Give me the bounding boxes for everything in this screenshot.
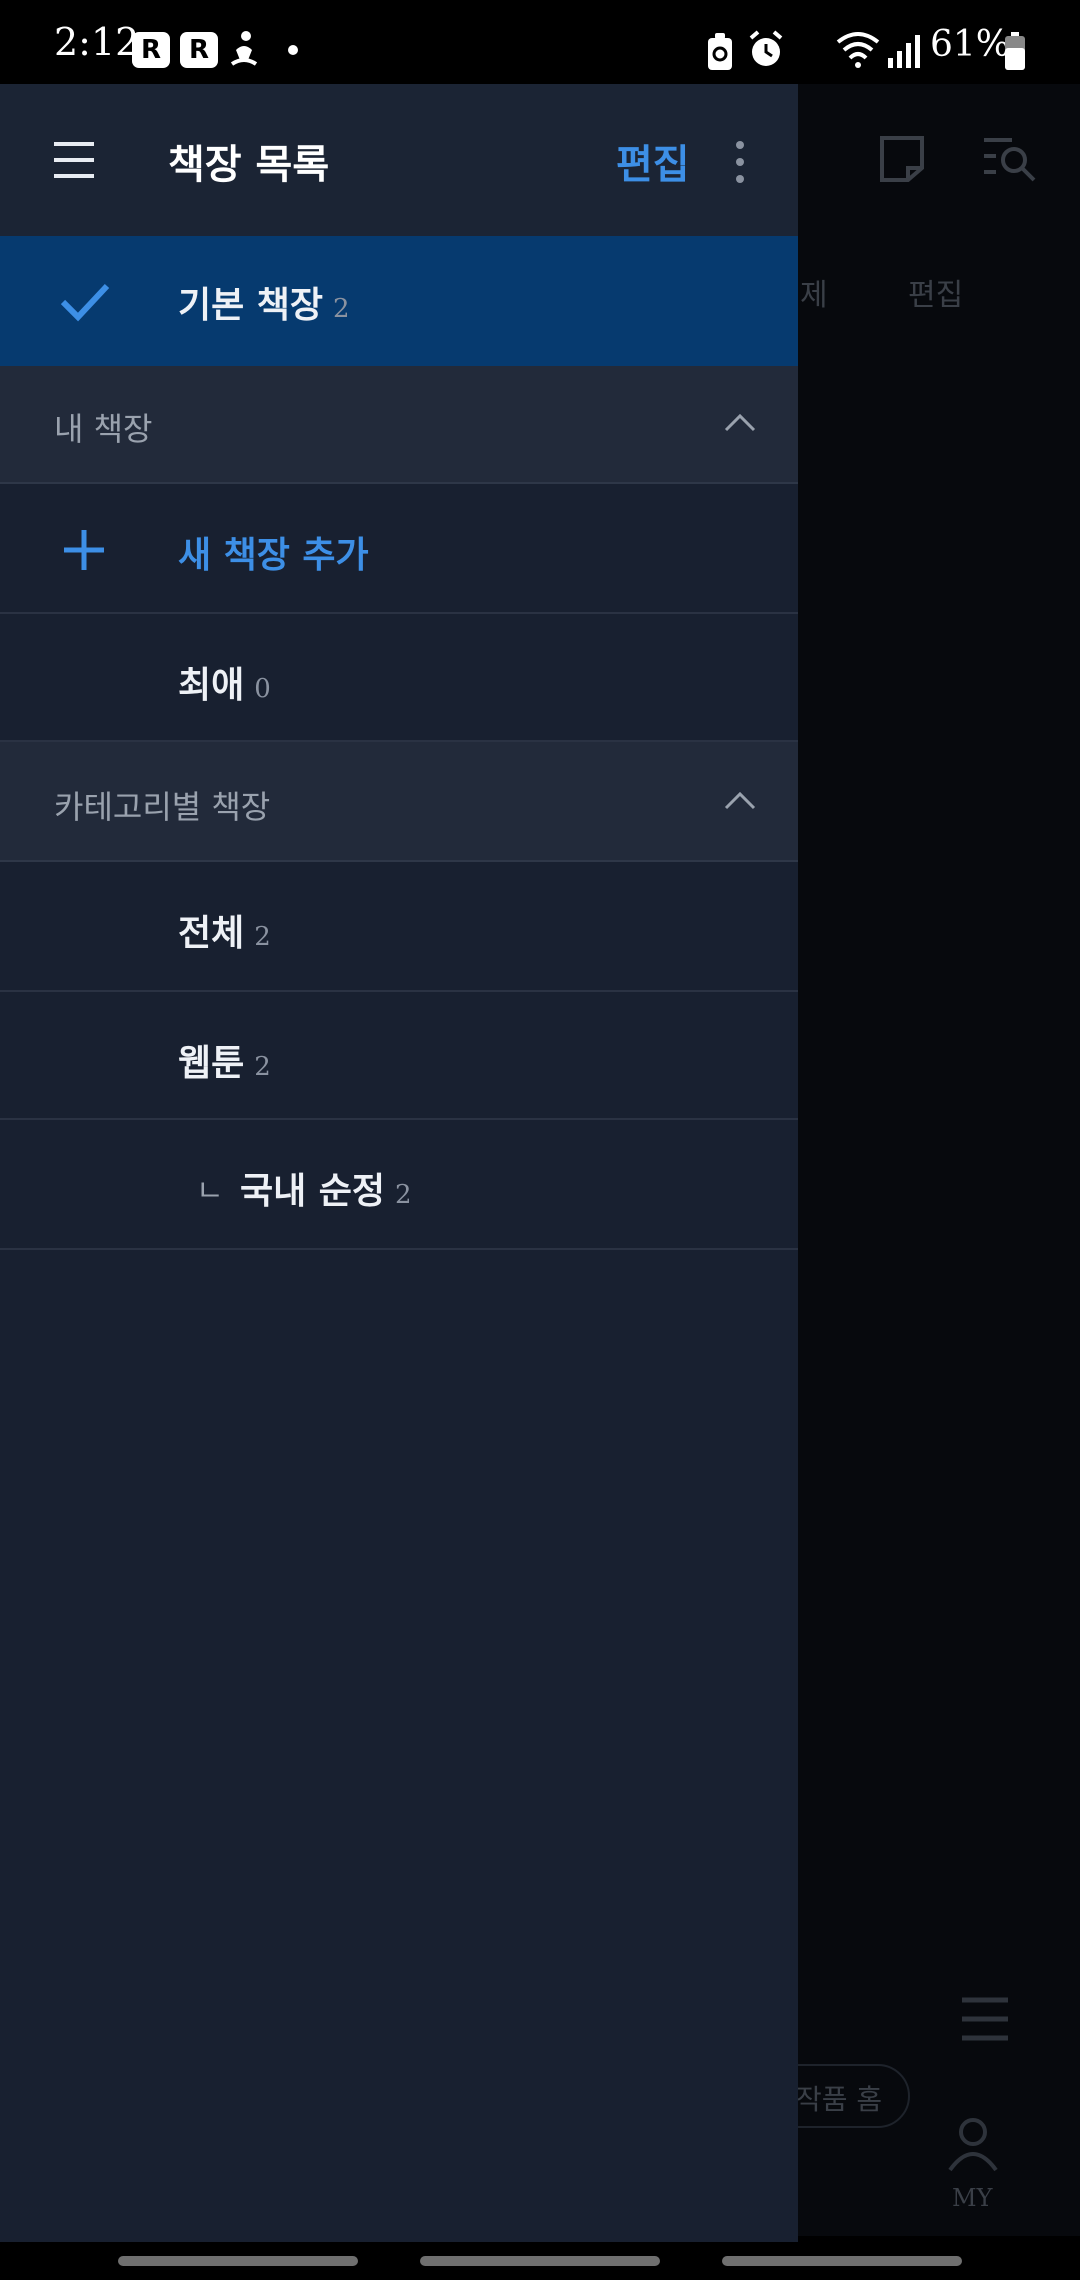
app-notification-icon: R xyxy=(180,32,218,68)
section-label: 내 책장 xyxy=(54,410,153,448)
add-shelf-label: 새 책장 추가 xyxy=(178,534,369,576)
nav-handle[interactable] xyxy=(722,2256,962,2266)
edit-button[interactable]: 편집 xyxy=(616,132,690,190)
status-time: 2:12 xyxy=(54,20,140,64)
nav-handle[interactable] xyxy=(118,2256,358,2266)
app-notification-icon: R xyxy=(132,32,170,68)
shelf-count: 2 xyxy=(254,922,271,952)
bookshelf-drawer: 책장 목록 편집 기본 책장 2 내 책장 새 책장 추가 최애 0 카테고리별… xyxy=(0,84,798,2242)
battery-saver-icon xyxy=(708,33,732,70)
edit-text: 편집 xyxy=(908,278,964,313)
alarm-icon xyxy=(749,30,783,66)
more-notifications-icon xyxy=(288,45,298,55)
chevron-up-icon[interactable] xyxy=(724,412,756,432)
check-icon xyxy=(60,283,110,322)
chevron-up-icon[interactable] xyxy=(724,790,756,810)
shelf-count: 2 xyxy=(395,1180,412,1210)
plus-icon xyxy=(64,530,104,570)
memo-icon xyxy=(880,136,924,182)
section-my-shelves[interactable]: 내 책장 xyxy=(0,366,798,484)
shelf-label: 전체 2 xyxy=(178,912,271,954)
shelf-item-webtoon[interactable]: 웹툰 2 xyxy=(0,992,798,1120)
status-bar: 2:12 R R 61% xyxy=(0,0,1080,84)
drawer-title: 책장 목록 xyxy=(168,141,330,188)
drawer-header: 책장 목록 편집 xyxy=(0,84,798,236)
shelf-label: 국내 순정 2 xyxy=(240,1170,412,1212)
list-view-icon xyxy=(962,1997,1008,2041)
shelf-label: 기본 책장 2 xyxy=(178,284,350,326)
battery-icon xyxy=(1005,32,1025,70)
filter-dropdown: 제 xyxy=(800,278,828,313)
my-tab-icon xyxy=(948,2118,998,2172)
chip-label: 작품 홈 xyxy=(796,2083,883,2116)
shelf-label: 최애 0 xyxy=(178,664,271,706)
add-shelf-button[interactable]: 새 책장 추가 xyxy=(0,484,798,614)
signal-icon xyxy=(888,35,920,68)
menu-icon[interactable] xyxy=(54,140,94,180)
shelf-count: 0 xyxy=(254,674,271,704)
nav-handle[interactable] xyxy=(420,2256,660,2266)
shelf-count: 2 xyxy=(333,294,350,324)
shelf-item-domestic-romance[interactable]: ㄴ 국내 순정 2 xyxy=(0,1120,798,1250)
wifi-icon xyxy=(836,32,880,68)
shelf-item-all[interactable]: 전체 2 xyxy=(0,862,798,992)
my-tab-label: MY xyxy=(952,2184,993,2212)
subcategory-prefix: ㄴ xyxy=(196,1174,224,1209)
shelf-count: 2 xyxy=(254,1052,271,1082)
section-label: 카테고리별 책장 xyxy=(54,788,271,826)
navigation-bar xyxy=(0,2242,1080,2280)
shelf-item-favorite[interactable]: 최애 0 xyxy=(0,614,798,742)
more-options-icon[interactable] xyxy=(732,140,748,184)
battery-percent: 61% xyxy=(930,24,1011,65)
shelf-item-default[interactable]: 기본 책장 2 xyxy=(0,236,798,366)
section-category-shelves[interactable]: 카테고리별 책장 xyxy=(0,742,798,862)
search-list-icon xyxy=(984,138,1036,182)
accessibility-icon xyxy=(230,31,258,66)
shelf-label: 웹툰 2 xyxy=(178,1042,271,1084)
